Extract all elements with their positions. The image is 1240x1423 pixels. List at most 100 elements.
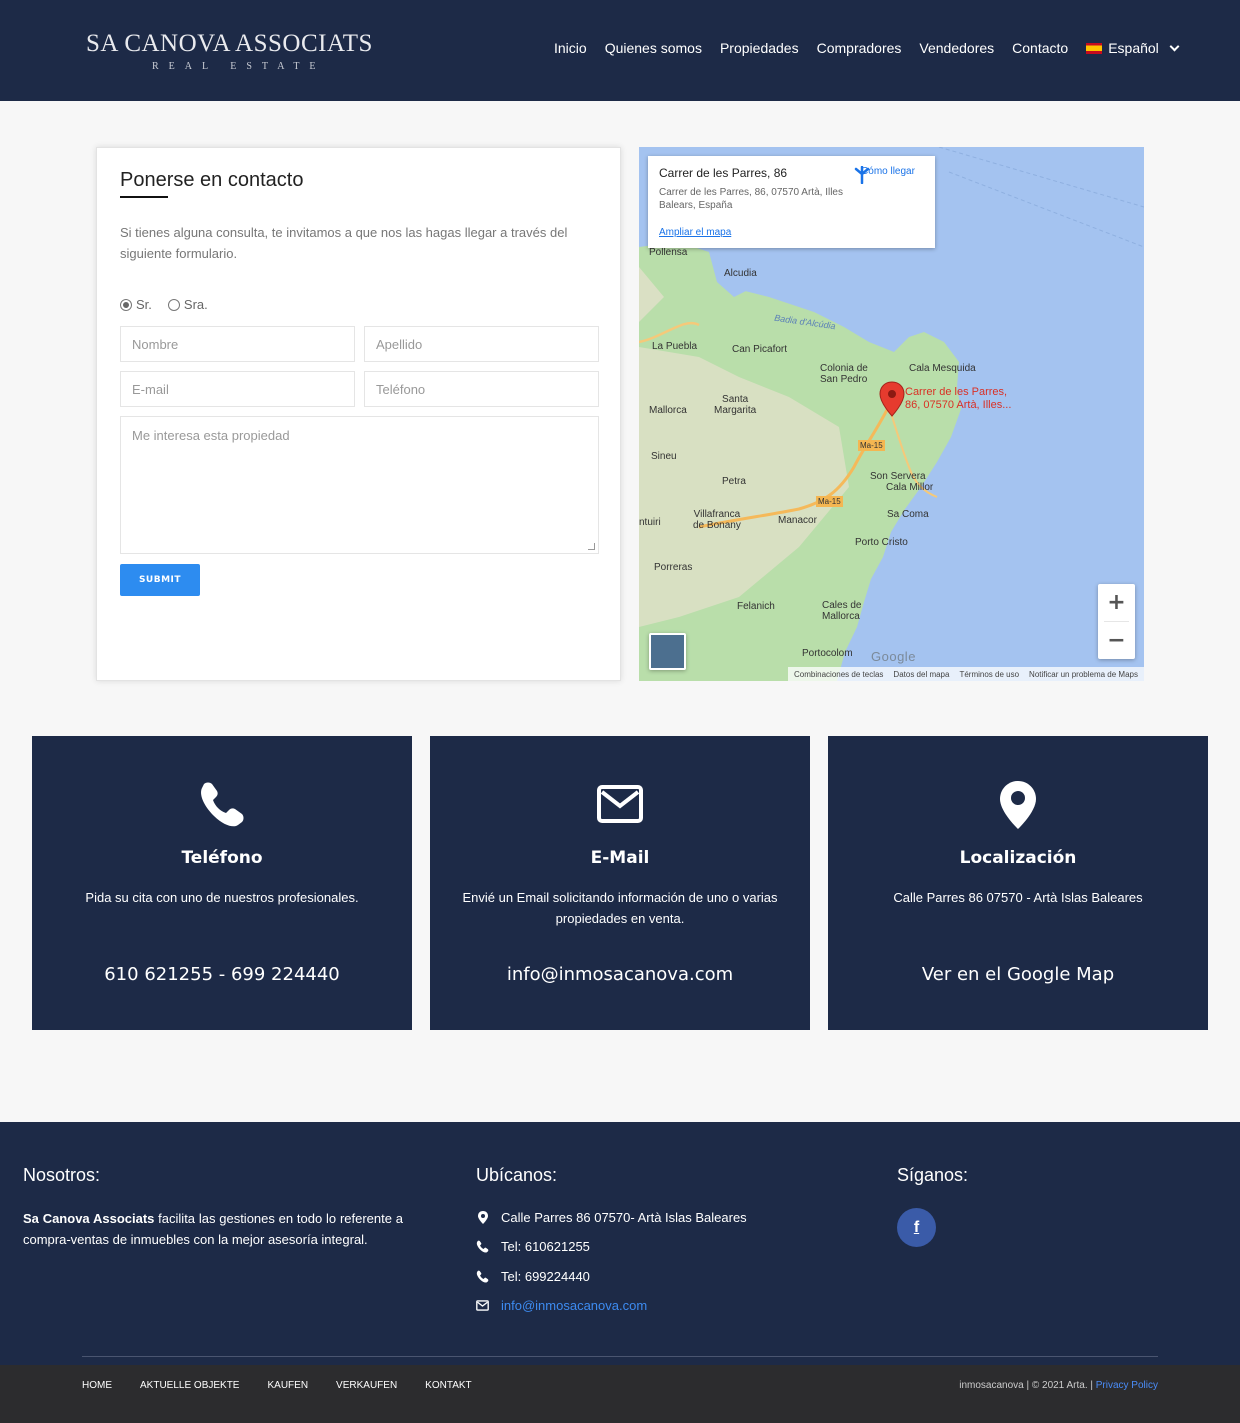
directions-button[interactable]: Cómo llegar xyxy=(853,166,923,184)
salutation-sra[interactable]: Sra. xyxy=(167,297,208,312)
map-label-pollensa: Pollensa xyxy=(649,247,688,258)
form-title: Ponerse en contacto xyxy=(120,169,304,191)
email-info-box: E-Mail Envié un Email solicitando inform… xyxy=(430,736,810,1030)
footer-phone-1-text: Tel: 610621255 xyxy=(501,1239,590,1254)
nav-vendedores[interactable]: Vendedores xyxy=(919,40,994,56)
footer-phone-1[interactable]: Tel: 610621255 xyxy=(476,1239,590,1254)
last-name-input[interactable]: Apellido xyxy=(364,326,599,362)
resize-handle-icon[interactable] xyxy=(588,543,595,550)
first-name-input[interactable]: Nombre xyxy=(120,326,355,362)
map-label-santa-margarita: Santa Margarita xyxy=(714,394,757,416)
place-title: Carrer de les Parres, 86 xyxy=(659,166,788,180)
radio-unchecked-icon xyxy=(167,298,180,311)
facebook-icon[interactable]: f xyxy=(897,1208,936,1247)
bottom-bar: HOME AKTUELLE OBJEKTE KAUFEN VERKAUFEN K… xyxy=(0,1365,1240,1423)
phone-info-box: Teléfono Pida su cita con uno de nuestro… xyxy=(32,736,412,1030)
privacy-policy-link[interactable]: Privacy Policy xyxy=(1096,1380,1158,1391)
marker-label: Carrer de les Parres, 86, 07570 Artà, Ill… xyxy=(905,386,1012,411)
footer-brand: Sa Canova Associats xyxy=(23,1211,155,1226)
message-textarea[interactable]: Me interesa esta propiedad xyxy=(120,416,599,554)
submit-button[interactable]: SUBMIT xyxy=(120,564,200,596)
road-badge: Ma-15 xyxy=(816,496,843,507)
place-info-card: Carrer de les Parres, 86 Carrer de les P… xyxy=(648,156,935,248)
map-pin-marker-icon[interactable] xyxy=(879,381,905,417)
footer-email-link[interactable]: info@inmosacanova.com xyxy=(501,1298,647,1313)
footer-email[interactable]: info@inmosacanova.com xyxy=(476,1298,647,1313)
footer-phone-2-text: Tel: 699224440 xyxy=(501,1269,590,1284)
map-attribution: Combinaciones de teclas Datos del mapa T… xyxy=(788,667,1144,681)
map-label-colonia: Colonia de San Pedro xyxy=(820,363,868,385)
directions-icon xyxy=(854,166,870,184)
footer-address-text: Calle Parres 86 07570- Artà Islas Balear… xyxy=(501,1210,747,1225)
phone-numbers[interactable]: 610 621255 - 699 224440 xyxy=(32,964,412,985)
google-logo: Google xyxy=(871,649,916,664)
first-name-placeholder: Nombre xyxy=(132,336,179,352)
language-selector[interactable]: Español xyxy=(1086,40,1180,56)
email-input[interactable]: E-mail xyxy=(120,371,355,407)
nav-contacto[interactable]: Contacto xyxy=(1012,40,1068,56)
salutation-sr[interactable]: Sr. xyxy=(120,297,152,312)
logo[interactable]: SA CANOVA ASSOCIATS REAL ESTATE xyxy=(86,30,373,72)
footer-locate-title: Ubícanos: xyxy=(476,1165,558,1185)
envelope-icon xyxy=(597,785,643,823)
phone-box-title: Teléfono xyxy=(181,848,263,868)
title-underline xyxy=(120,196,168,198)
map-marker-icon xyxy=(476,1211,489,1224)
google-map[interactable]: Pollensa Alcudia Badia d'Alcúdia La Pueb… xyxy=(639,147,1144,681)
bottom-link-home[interactable]: HOME xyxy=(82,1380,112,1391)
map-label-sineu: Sineu xyxy=(651,451,677,462)
phone-input[interactable]: Teléfono xyxy=(364,371,599,407)
satellite-toggle-button[interactable] xyxy=(649,633,686,670)
zoom-out-button[interactable]: − xyxy=(1098,622,1135,659)
copyright-text: inmosacanova | © 2021 Arta. | xyxy=(959,1380,1096,1391)
footer-about-text: Sa Canova Associats facilita las gestion… xyxy=(23,1208,403,1250)
phone-icon xyxy=(476,1240,489,1253)
location-info-box: Localización Calle Parres 86 07570 - Art… xyxy=(828,736,1208,1030)
site-header: SA CANOVA ASSOCIATS REAL ESTATE Inicio Q… xyxy=(0,0,1240,101)
attribution-map-data[interactable]: Datos del mapa xyxy=(893,670,949,679)
bottom-link-kontakt[interactable]: KONTAKT xyxy=(425,1380,471,1391)
map-label-can-picafort: Can Picafort xyxy=(732,344,788,355)
map-label-felanich: Felanich xyxy=(737,601,775,612)
location-box-title: Localización xyxy=(959,848,1077,868)
radio-checked-icon xyxy=(120,298,132,311)
map-label-alcudia: Alcudia xyxy=(724,268,757,279)
attribution-terms[interactable]: Términos de uso xyxy=(959,670,1019,679)
map-label-mallorca: Mallorca xyxy=(649,405,687,416)
enlarge-map-link[interactable]: Ampliar el mapa xyxy=(659,227,731,238)
nav-compradores[interactable]: Compradores xyxy=(817,40,902,56)
map-label-son-servera: Son Servera Cala Millor xyxy=(870,471,934,493)
map-label-montuiri: ntuiri xyxy=(639,517,661,528)
salutation-sra-label: Sra. xyxy=(183,297,208,312)
map-label-manacor: Manacor xyxy=(778,515,817,526)
site-footer: Nosotros: Sa Canova Associats facilita l… xyxy=(0,1122,1240,1365)
map-pin-icon xyxy=(1000,781,1036,829)
footer-address: Calle Parres 86 07570- Artà Islas Balear… xyxy=(476,1210,747,1225)
attribution-shortcuts[interactable]: Combinaciones de teclas xyxy=(794,670,883,679)
footer-phone-2[interactable]: Tel: 699224440 xyxy=(476,1269,590,1284)
footer-divider xyxy=(82,1356,1158,1357)
main-nav: Inicio Quienes somos Propiedades Comprad… xyxy=(554,40,1180,56)
google-map-link[interactable]: Ver en el Google Map xyxy=(828,964,1208,985)
envelope-icon xyxy=(476,1299,489,1312)
nav-propiedades[interactable]: Propiedades xyxy=(720,40,799,56)
email-address-link[interactable]: info@inmosacanova.com xyxy=(430,964,810,985)
zoom-control: + − xyxy=(1098,584,1135,659)
map-label-porto-cristo: Porto Cristo xyxy=(855,537,908,548)
bottom-link-aktuelle-objekte[interactable]: AKTUELLE OBJEKTE xyxy=(140,1380,239,1391)
contact-form-card: Ponerse en contacto Si tienes alguna con… xyxy=(96,147,621,681)
nav-inicio[interactable]: Inicio xyxy=(554,40,587,56)
logo-text: SA CANOVA ASSOCIATS xyxy=(86,30,373,57)
bottom-link-kaufen[interactable]: KAUFEN xyxy=(267,1380,308,1391)
attribution-report[interactable]: Notificar un problema de Maps xyxy=(1029,670,1138,679)
zoom-in-button[interactable]: + xyxy=(1098,584,1135,621)
nav-quienes-somos[interactable]: Quienes somos xyxy=(605,40,702,56)
bottom-link-verkaufen[interactable]: VERKAUFEN xyxy=(336,1380,397,1391)
map-label-la-puebla: La Puebla xyxy=(652,341,698,352)
place-address: Carrer de les Parres, 86, 07570 Artà, Il… xyxy=(659,187,843,211)
last-name-placeholder: Apellido xyxy=(376,336,423,352)
email-box-title: E-Mail xyxy=(590,848,650,868)
language-label: Español xyxy=(1108,40,1159,56)
email-placeholder: E-mail xyxy=(132,381,169,397)
phone-icon xyxy=(476,1270,489,1283)
